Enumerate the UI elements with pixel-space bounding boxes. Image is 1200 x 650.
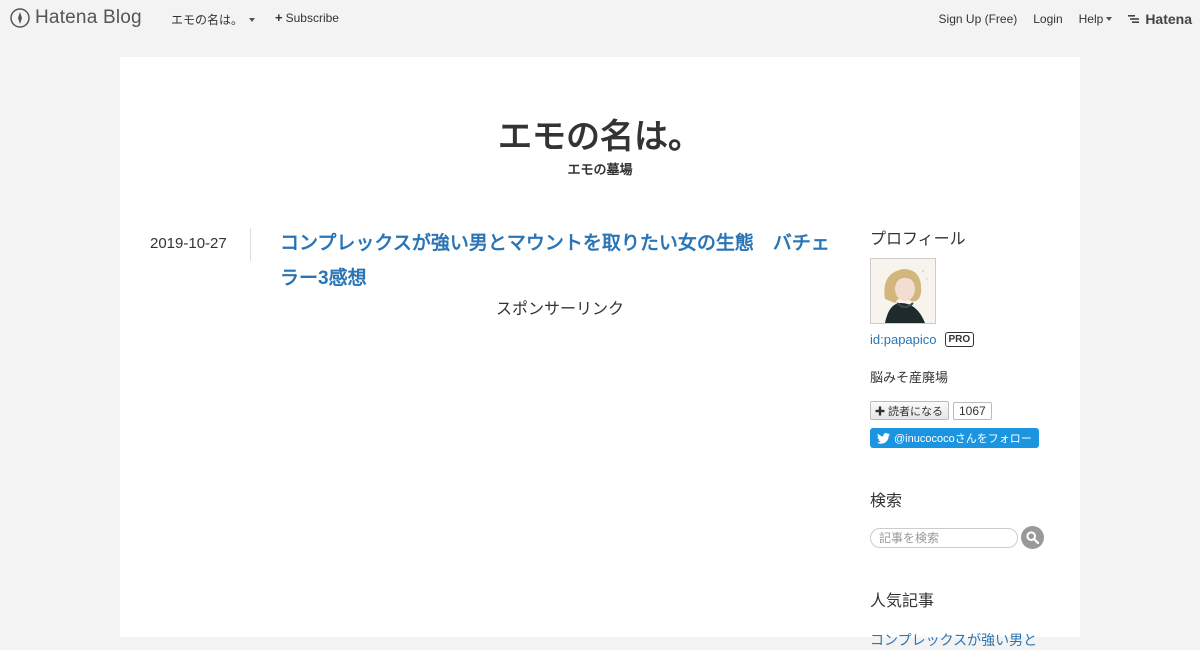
sidebar: プロフィール id:papapico PRO 脳みそ産廃場 読者になる 1067… — [870, 225, 1060, 650]
popular-entries-title: 人気記事 — [870, 593, 935, 610]
blog-description: エモの墓場 — [567, 162, 633, 177]
hatena-brand-label: Hatena — [1145, 11, 1192, 27]
hatena-blog-logo[interactable]: Hatena Blog — [10, 7, 142, 29]
chevron-down-icon — [1106, 17, 1113, 21]
hatena-logo-icon — [1128, 15, 1140, 23]
avatar-illustration — [871, 259, 935, 323]
hatena-blog-pen-icon — [10, 8, 30, 28]
plus-icon: + — [275, 10, 283, 25]
entry-title-link[interactable]: コンプレックスが強い男とマウントを取りたい女の生態 バチェラー3感想 — [280, 226, 840, 296]
pro-badge[interactable]: PRO — [944, 332, 975, 347]
help-label: Help — [1078, 12, 1104, 26]
reader-row: 読者になる 1067 — [870, 401, 1060, 420]
avatar[interactable] — [870, 258, 936, 324]
reader-count[interactable]: 1067 — [953, 401, 992, 420]
twitter-bird-icon — [877, 432, 890, 444]
logo-text: Hatena Blog — [35, 7, 142, 28]
profile-title: プロフィール — [870, 231, 966, 248]
date-divider — [250, 228, 251, 261]
search-button[interactable] — [1021, 526, 1044, 549]
sponsored-link-label: スポンサーリンク — [495, 301, 624, 318]
search-row — [870, 526, 1060, 549]
reader-button-label: 読者になる — [888, 405, 943, 418]
subscribe-reader-button[interactable]: 読者になる — [870, 401, 949, 420]
subscribe-button[interactable]: + Subscribe — [275, 11, 339, 25]
signup-link[interactable]: Sign Up (Free) — [939, 12, 1018, 26]
search-input[interactable] — [870, 527, 1018, 548]
plus-icon — [875, 406, 885, 415]
profile-description: 脳みそ産廃場 — [870, 370, 949, 385]
popular-entry-link[interactable]: コンプレックスが強い男と — [870, 630, 1060, 650]
blog-menu-dropdown[interactable]: エモの名は。 — [171, 11, 256, 28]
twitter-follow-button[interactable]: @inucococoさんをフォロー — [870, 428, 1039, 448]
header-right-links: Sign Up (Free) Login Help Hatena — [923, 11, 1192, 27]
hatena-brand-link[interactable]: Hatena — [1128, 11, 1192, 27]
blog-menu-label: エモの名は。 — [171, 13, 244, 27]
search-title: 検索 — [870, 493, 903, 510]
blog-title[interactable]: エモの名は。 — [120, 109, 1080, 158]
twitter-follow-label: @inucococoさんをフォロー — [894, 433, 1032, 445]
profile-id-row: id:papapico PRO — [870, 332, 1060, 347]
search-icon — [1026, 531, 1039, 544]
entry-date[interactable]: 2019-10-27 — [150, 235, 227, 252]
blog-container: エモの名は。 エモの墓場 2019-10-27 コンプレックスが強い男とマウント… — [120, 57, 1080, 648]
chevron-down-icon — [249, 17, 256, 22]
subscribe-label: Subscribe — [285, 11, 339, 25]
login-link[interactable]: Login — [1033, 12, 1062, 26]
profile-id-link[interactable]: id:papapico — [870, 332, 937, 347]
global-header: Hatena Blog エモの名は。 + Subscribe Sign Up (… — [0, 0, 1200, 36]
help-menu[interactable]: Help — [1079, 12, 1113, 26]
